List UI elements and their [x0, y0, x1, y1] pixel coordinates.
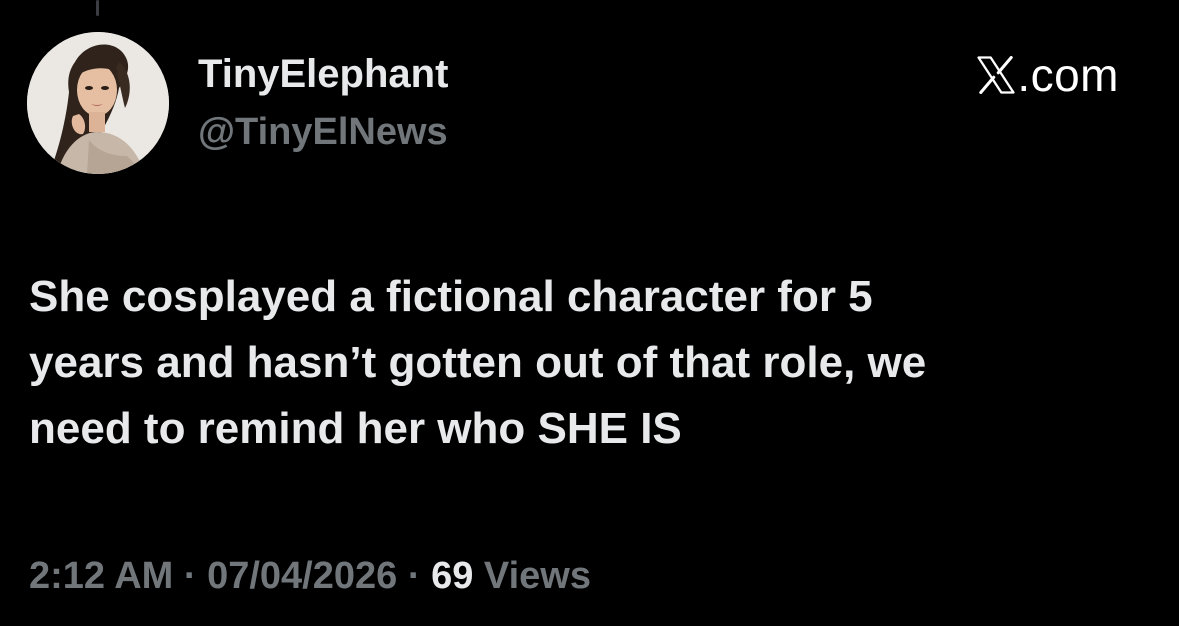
tweet-time[interactable]: 2:12 AM: [29, 555, 173, 597]
meta-separator: ·: [407, 555, 421, 597]
author-display-name[interactable]: TinyElephant: [198, 50, 448, 98]
views-label[interactable]: Views: [484, 555, 591, 597]
tweet-meta: 2:12 AM · 07/04/2026 · 69 Views: [29, 552, 591, 600]
tweet-text: She cosplayed a fictional character for …: [29, 272, 927, 453]
x-com-brand: .com: [977, 50, 1119, 100]
tweet-date[interactable]: 07/04/2026: [207, 555, 397, 597]
avatar-portrait-image: [27, 32, 169, 174]
author-handle[interactable]: @TinyElNews: [198, 108, 448, 156]
brand-domain-text: .com: [1017, 49, 1119, 101]
avatar[interactable]: [27, 32, 169, 174]
author-names: TinyElephant @TinyElNews: [198, 50, 448, 156]
views-count[interactable]: 69: [431, 555, 473, 597]
meta-separator: ·: [183, 555, 197, 597]
x-logo-icon: [977, 56, 1015, 94]
thread-connector-line: [96, 0, 99, 16]
